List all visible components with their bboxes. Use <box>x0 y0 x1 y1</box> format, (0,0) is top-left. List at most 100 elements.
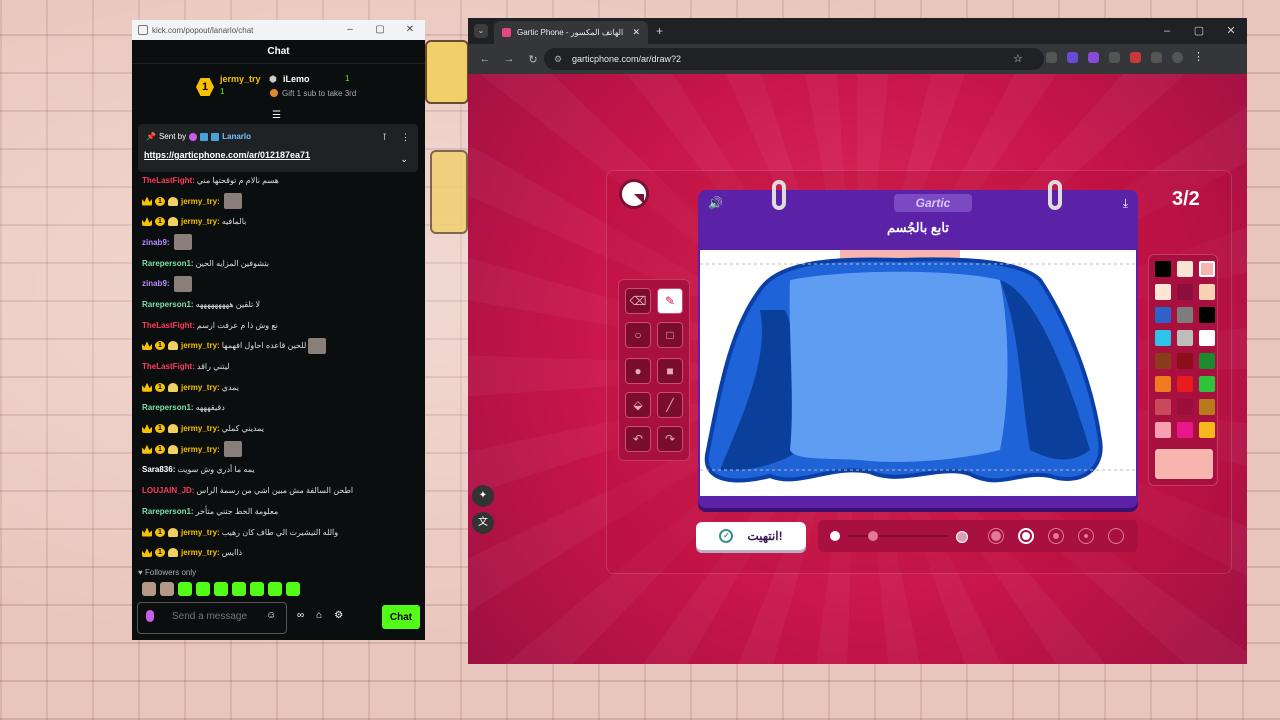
color-swatch[interactable] <box>1155 330 1171 346</box>
brush-size-lg[interactable] <box>1018 528 1034 544</box>
chat-username[interactable]: jermy_try: <box>181 217 220 226</box>
forward-icon[interactable]: → <box>502 53 516 65</box>
color-swatch[interactable] <box>1155 353 1171 369</box>
bookmark-star-icon[interactable]: ☆ <box>1013 52 1023 65</box>
translate-button[interactable]: 文 <box>472 512 494 534</box>
emote-button[interactable] <box>178 582 192 596</box>
emote-button[interactable] <box>160 582 174 596</box>
tab-search-button[interactable]: ⌄ <box>474 24 488 38</box>
message-input[interactable] <box>170 610 264 623</box>
chevron-down-icon[interactable]: ⌄ <box>400 154 408 165</box>
mic-icon[interactable] <box>146 610 154 622</box>
new-tab-button[interactable]: + <box>656 24 663 38</box>
ai-sparkle-button[interactable]: ✦ <box>472 485 494 507</box>
profile-icon[interactable] <box>1172 52 1183 63</box>
color-swatch[interactable] <box>1155 399 1171 415</box>
line-tool[interactable]: ╱ <box>657 392 683 418</box>
site-info-icon[interactable]: ⚙ <box>554 48 562 70</box>
color-swatch[interactable] <box>1199 422 1215 438</box>
chat-username[interactable]: jermy_try: <box>181 424 220 433</box>
chat-username[interactable]: zinab9: <box>142 279 170 288</box>
more-options-icon[interactable]: ⋮ <box>401 132 410 143</box>
extension-icon[interactable] <box>1109 52 1120 63</box>
chat-username[interactable]: LOUJAIN_JD: <box>142 486 194 495</box>
extension-icon[interactable] <box>1067 52 1078 63</box>
color-swatch[interactable] <box>1155 261 1171 277</box>
extension-icon[interactable] <box>1130 52 1141 63</box>
chat-username[interactable]: Rareperson1: <box>142 507 194 516</box>
rectangle-fill-tool[interactable]: ■ <box>657 358 683 384</box>
chat-username[interactable]: jermy_try: <box>181 528 220 537</box>
color-swatch[interactable] <box>1177 307 1193 323</box>
color-swatch[interactable] <box>1177 422 1193 438</box>
color-swatch[interactable] <box>1199 376 1215 392</box>
color-swatch[interactable] <box>1177 353 1193 369</box>
color-swatch[interactable] <box>1177 330 1193 346</box>
color-swatch[interactable] <box>1199 261 1215 277</box>
minimize-button[interactable]: – <box>1151 18 1183 44</box>
settings-icon[interactable]: ⚙ <box>334 610 343 621</box>
leaderboard-first-name[interactable]: jermy_try <box>220 74 261 84</box>
reload-icon[interactable]: ↻ <box>526 53 540 66</box>
speaker-icon[interactable]: 🔊 <box>708 196 723 210</box>
extension-icon[interactable] <box>1046 52 1057 63</box>
color-swatch[interactable] <box>1177 261 1193 277</box>
emote-button[interactable] <box>286 582 300 596</box>
chat-username[interactable]: Sara836: <box>142 465 175 474</box>
chat-username[interactable]: TheLastFight: <box>142 362 195 371</box>
close-button[interactable]: ✕ <box>395 20 425 40</box>
extension-icon[interactable] <box>1088 52 1099 63</box>
emote-button[interactable] <box>250 582 264 596</box>
chat-username[interactable]: Rareperson1: <box>142 300 194 309</box>
color-swatch[interactable] <box>1199 353 1215 369</box>
drawing-canvas[interactable] <box>700 250 1136 496</box>
color-swatch[interactable] <box>1199 307 1215 323</box>
color-swatch[interactable] <box>1199 330 1215 346</box>
color-swatch[interactable] <box>1155 376 1171 392</box>
back-icon[interactable]: ← <box>478 53 492 65</box>
color-swatch[interactable] <box>1199 399 1215 415</box>
chat-username[interactable]: jermy_try: <box>181 548 220 557</box>
brush-size-sm[interactable] <box>1078 528 1094 544</box>
ellipse-outline-tool[interactable]: ○ <box>625 322 651 348</box>
unpin-icon[interactable]: ⊺ <box>382 132 387 143</box>
eraser-tool[interactable]: ⌫ <box>625 288 651 314</box>
chat-username[interactable]: jermy_try: <box>181 383 220 392</box>
pinned-link[interactable]: https://garticphone.com/ar/012187ea71 <box>144 150 310 160</box>
chat-username[interactable]: Rareperson1: <box>142 259 194 268</box>
infinity-icon[interactable]: ∞ <box>297 610 304 621</box>
emote-button[interactable] <box>196 582 210 596</box>
chat-username[interactable]: Rareperson1: <box>142 403 194 412</box>
color-swatch[interactable] <box>1177 284 1193 300</box>
emoji-icon[interactable]: ☺ <box>266 610 276 621</box>
ellipse-fill-tool[interactable]: ● <box>625 358 651 384</box>
rectangle-outline-tool[interactable]: □ <box>657 322 683 348</box>
color-swatch[interactable] <box>1155 422 1171 438</box>
gift-prompt[interactable]: Gift 1 sub to take 3rd <box>270 89 356 98</box>
redo-tool[interactable]: ↷ <box>657 426 683 452</box>
emote-button[interactable] <box>142 582 156 596</box>
puzzle-icon[interactable] <box>1151 52 1162 63</box>
fill-bucket-tool[interactable]: ⬙ <box>625 392 651 418</box>
chat-username[interactable]: jermy_try: <box>181 341 220 350</box>
pencil-tool[interactable]: ✎ <box>657 288 683 314</box>
close-button[interactable]: ✕ <box>1215 18 1247 44</box>
chat-send-button[interactable]: Chat <box>382 605 420 629</box>
color-swatch[interactable] <box>1155 307 1171 323</box>
download-icon[interactable]: ⤓ <box>1123 196 1128 211</box>
brush-size-xs[interactable] <box>1108 528 1124 544</box>
chat-username[interactable]: TheLastFight: <box>142 321 195 330</box>
maximize-button[interactable]: ▢ <box>1183 18 1215 44</box>
done-button[interactable]: ✓ انتهيت! <box>696 522 806 550</box>
tab-close-icon[interactable]: ✕ <box>632 27 640 38</box>
color-swatch[interactable] <box>1177 376 1193 392</box>
chat-username[interactable]: zinab9: <box>142 238 170 247</box>
brush-size-xl[interactable] <box>988 528 1004 544</box>
maximize-button[interactable]: ▢ <box>365 20 395 40</box>
color-swatch[interactable] <box>1177 399 1193 415</box>
opacity-slider-handle[interactable] <box>868 531 878 541</box>
chat-username[interactable]: jermy_try: <box>181 197 220 206</box>
chat-username[interactable]: TheLastFight: <box>142 176 195 185</box>
opacity-slider-track[interactable] <box>848 535 948 537</box>
minimize-button[interactable]: – <box>335 20 365 40</box>
